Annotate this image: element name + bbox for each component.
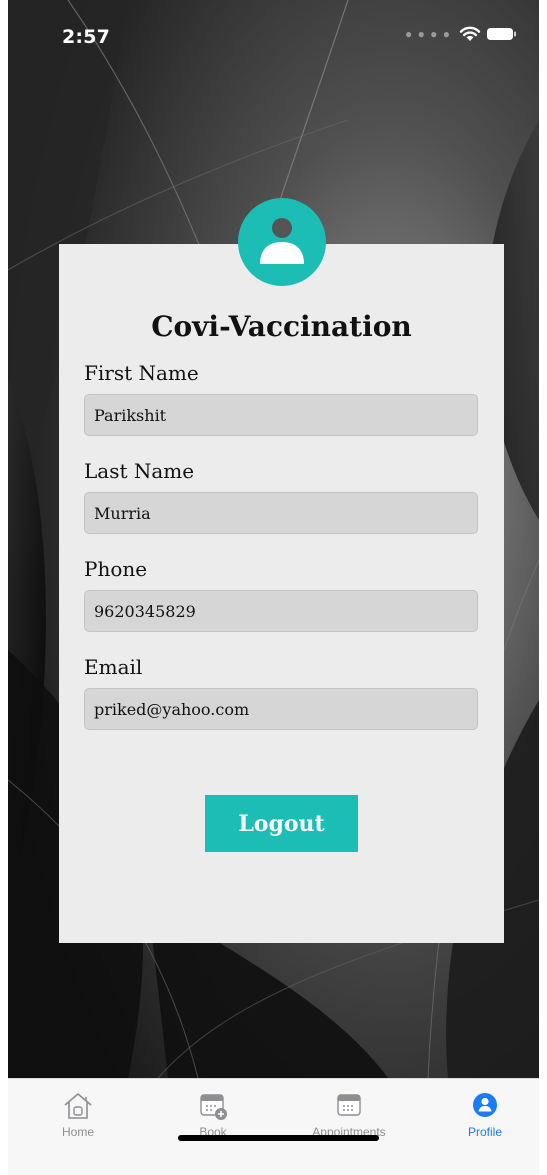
tab-bar: Home Book Appointments Profile [8, 1078, 539, 1175]
tab-profile[interactable]: Profile [425, 1091, 545, 1139]
home-icon [64, 1093, 92, 1119]
profile-screen: 2:57 ● ● ● ● Covi-Vaccination First Name… [0, 0, 547, 1175]
tab-home[interactable]: Home [18, 1091, 138, 1139]
email-field[interactable] [84, 688, 478, 730]
battery-icon [487, 28, 516, 40]
wifi-icon [459, 26, 481, 41]
tab-home-label: Home [61, 1125, 94, 1139]
avatar [238, 198, 326, 286]
calendar-icon [337, 1094, 361, 1116]
email-label: Email [84, 655, 143, 679]
profile-card: Covi-Vaccination First Name Last Name Ph… [59, 244, 504, 943]
app-title: Covi-Vaccination [151, 310, 412, 343]
user-avatar-icon [260, 218, 304, 264]
calendar-plus-icon [200, 1094, 227, 1120]
logout-button[interactable]: Logout [205, 795, 358, 852]
status-icons: ● ● ● ● [405, 26, 517, 42]
home-indicator [178, 1135, 379, 1141]
signal-icon: ● ● ● ● [405, 27, 451, 41]
last-name-field[interactable] [84, 492, 478, 534]
phone-label: Phone [84, 557, 148, 581]
status-time: 2:57 [62, 26, 111, 48]
last-name-label: Last Name [84, 459, 195, 483]
first-name-label: First Name [84, 361, 199, 385]
first-name-field[interactable] [84, 394, 478, 436]
tab-profile-label: Profile [467, 1125, 502, 1139]
tab-book[interactable]: Book [153, 1091, 273, 1139]
profile-icon [473, 1093, 497, 1117]
tab-appointments[interactable]: Appointments [289, 1091, 409, 1139]
phone-field[interactable] [84, 590, 478, 632]
